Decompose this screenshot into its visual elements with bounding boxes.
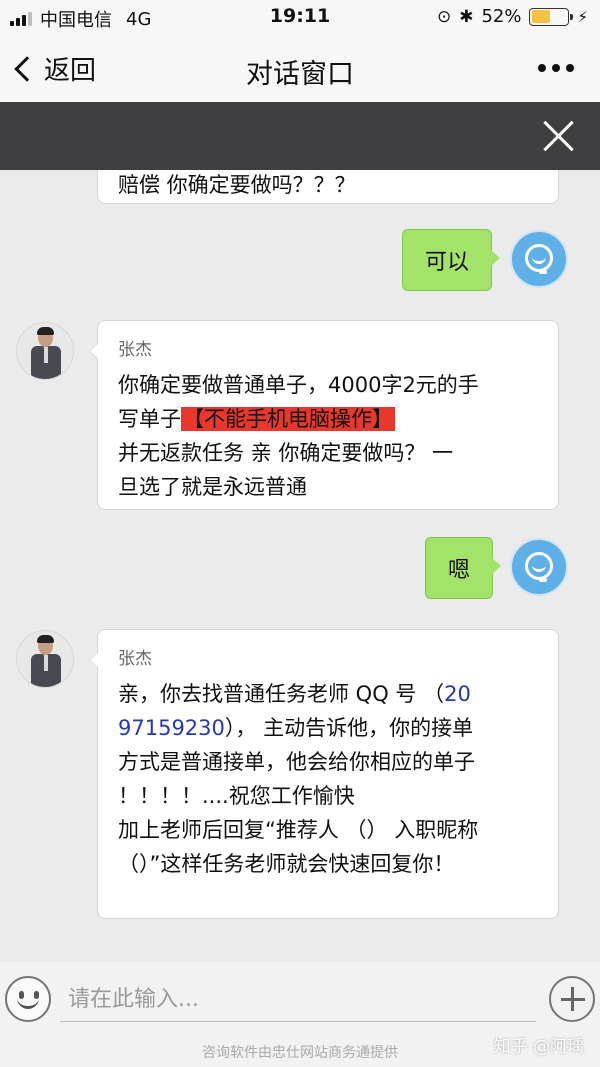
chat-area[interactable]: 赔偿 你确定要做吗？？？ 可以 张杰 你确定要做普通单子，4000字2元的手 写… <box>0 102 600 962</box>
message-line: 亲，你去找普通任务老师 QQ 号 （20 <box>118 677 538 711</box>
charging-icon: ⚡ <box>577 7 588 26</box>
overlay-banner <box>0 102 600 170</box>
message-line: （）”这样任务老师就会快速回复你！ <box>118 852 455 876</box>
message-text: 你确定要做普通单子，4000字2元的手 写单子【不能手机电脑操作】 并无返款任务… <box>118 368 538 504</box>
highlighted-warning: 【不能手机电脑操作】 <box>181 407 395 431</box>
qq-number-link[interactable]: 20 <box>444 682 471 706</box>
message-text: 赔偿 你确定要做吗？？？ <box>118 173 356 197</box>
input-bar: 咨询软件由忠仕网站商务通提供 知乎 @阿瑀 <box>0 962 600 1067</box>
incoming-message-bubble: 张杰 亲，你去找普通任务老师 QQ 号 （20 97159230）， 主动告诉他… <box>89 629 559 919</box>
agent-avatar-icon <box>510 230 568 288</box>
sender-avatar <box>16 322 74 380</box>
status-bar: 中国电信 4G 19:11 ⊙ ✱ 52% ⚡ <box>0 0 600 34</box>
message-line: ！！！！....祝您工作愉快 <box>118 784 355 808</box>
status-right: ⊙ ✱ 52% ⚡ <box>437 6 588 27</box>
watermark: 知乎 @阿瑀 <box>493 1037 584 1057</box>
message-line: 97159230）， 主动告诉他，你的接单 <box>118 711 538 745</box>
qq-number-link[interactable]: 97159230 <box>118 716 225 740</box>
outgoing-message-bubble: 可以 <box>402 229 501 291</box>
message-fragment: ）， 主动告诉他，你的接单 <box>224 716 474 740</box>
close-icon[interactable] <box>542 120 574 152</box>
page-title: 对话窗口 <box>246 59 354 90</box>
message-line: 旦选了就是永远普通 <box>118 475 307 499</box>
message-line: 方式是普通接单，他会给你相应的单子 <box>118 750 475 774</box>
message-text: 亲，你去找普通任务老师 QQ 号 （20 97159230）， 主动告诉他，你的… <box>118 677 538 881</box>
add-attachment-icon[interactable] <box>549 976 595 1022</box>
more-menu-icon[interactable] <box>538 64 574 72</box>
message-line: 你确定要做普通单子，4000字2元的手 <box>118 373 479 397</box>
orientation-lock-icon: ⊙ <box>436 6 452 27</box>
emoji-icon[interactable] <box>5 976 51 1022</box>
message-text: 可以 <box>425 250 470 275</box>
message-input[interactable] <box>60 978 536 1022</box>
outgoing-message-bubble: 嗯 <box>425 537 502 599</box>
bluetooth-icon: ✱ <box>459 6 474 27</box>
battery-icon <box>529 7 574 26</box>
message-text: 嗯 <box>448 558 471 583</box>
message-line: 写单子【不能手机电脑操作】 <box>118 402 538 436</box>
sender-name: 张杰 <box>118 649 152 669</box>
sender-avatar <box>16 630 74 688</box>
battery-fill <box>531 10 551 23</box>
sender-name: 张杰 <box>118 340 152 360</box>
agent-avatar-icon <box>510 538 568 596</box>
message-line: 加上老师后回复“推荐人 （） 入职昵称 <box>118 818 479 842</box>
message-fragment: 亲，你去找普通任务老师 QQ 号 （ <box>118 682 445 706</box>
incoming-message-bubble: 张杰 你确定要做普通单子，4000字2元的手 写单子【不能手机电脑操作】 并无返… <box>89 320 559 510</box>
message-line: 并无返款任务 亲 你确定要做吗？ 一 <box>118 441 454 465</box>
nav-bar: 返回 对话窗口 <box>0 34 600 102</box>
battery-percent: 52% <box>481 6 522 27</box>
message-fragment: 写单子 <box>118 407 181 431</box>
